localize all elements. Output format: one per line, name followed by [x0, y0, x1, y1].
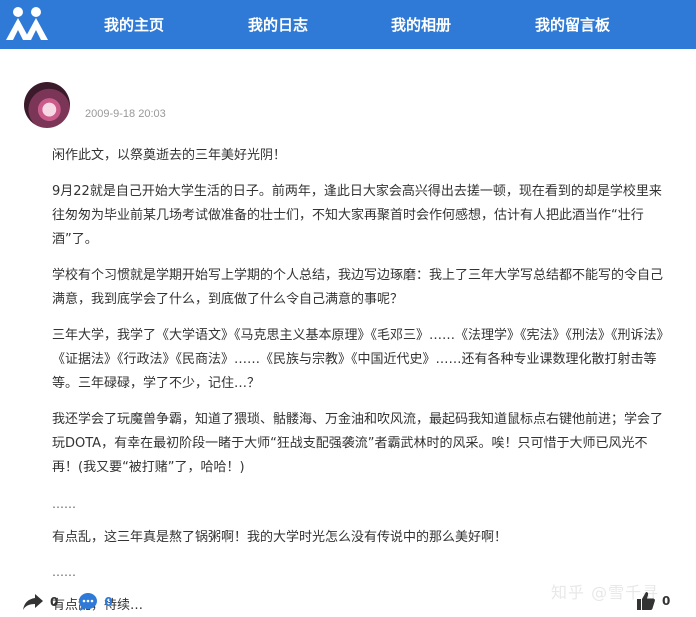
- share-count: 0: [50, 595, 59, 609]
- like-count: 0: [662, 594, 671, 608]
- post-paragraph: 我还学会了玩魔兽争霸，知道了猥琐、骷髅海、万金油和吹风流，最起码我知道鼠标点右键…: [52, 412, 664, 475]
- post-content: 闲作此文，以祭奠逝去的三年美好光阴！ 9月22就是自己开始大学生活的日子。前两年…: [52, 144, 672, 617]
- post-timestamp: 2009-9-18 20:03: [85, 108, 166, 120]
- avatar[interactable]: [24, 82, 70, 128]
- post-paragraph: 9月22就是自己开始大学生活的日子。前两年，逢此日大家会高兴得出去搓一顿，现在看…: [52, 184, 662, 247]
- share-arrow-icon[interactable]: [22, 593, 44, 611]
- post-paragraph: 学校有个习惯就是学期开始写上学期的个人总结，我边写边琢磨：我上了三年大学写总结都…: [52, 268, 664, 307]
- renren-logo-icon[interactable]: [2, 5, 52, 43]
- nav-diary[interactable]: 我的日志: [248, 0, 308, 49]
- like-button[interactable]: 0: [636, 591, 670, 611]
- post-paragraph: 有点乱，这三年真是熬了锅粥啊！我的大学时光怎么没有传说中的那么美好啊！: [52, 530, 508, 545]
- comment-count: 0: [104, 595, 113, 609]
- nav-guestbook[interactable]: 我的留言板: [535, 0, 610, 49]
- post-actions: 0 0: [22, 592, 113, 612]
- nav-home[interactable]: 我的主页: [104, 0, 164, 49]
- post-paragraph: 三年大学，我学了《大学语文》《马克思主义基本原理》《毛邓三》……《法理学》《宪法…: [52, 328, 670, 391]
- thumbs-up-icon[interactable]: [636, 591, 656, 611]
- top-navigation-bar: 我的主页 我的日志 我的相册 我的留言板: [0, 0, 696, 49]
- post-ellipsis: ……: [52, 497, 76, 511]
- comment-bubble-icon[interactable]: [78, 592, 98, 612]
- post-paragraph: 闲作此文，以祭奠逝去的三年美好光阴！: [52, 148, 287, 163]
- nav-album[interactable]: 我的相册: [391, 0, 451, 49]
